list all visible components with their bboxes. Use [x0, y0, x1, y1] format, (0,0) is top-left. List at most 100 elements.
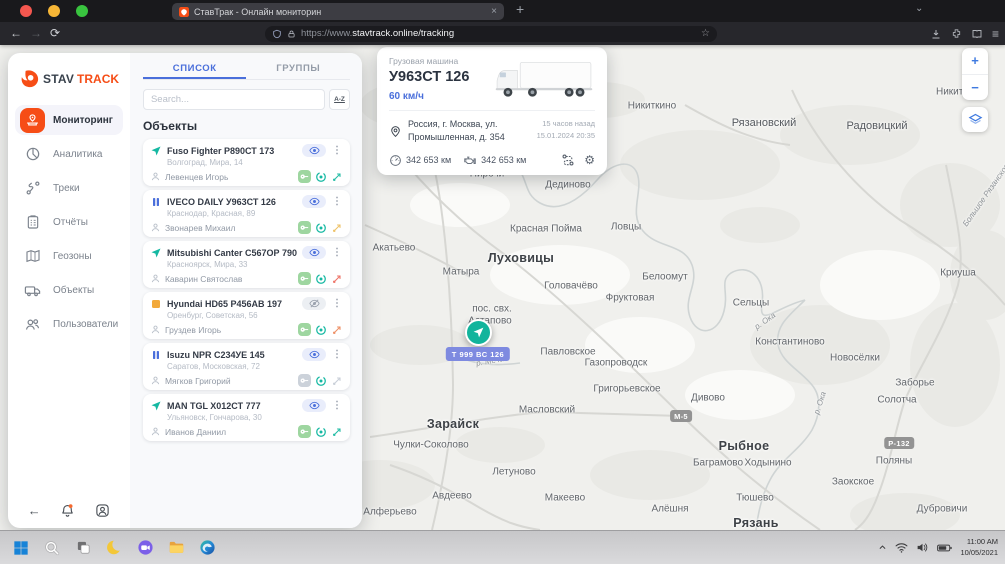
key-icon[interactable]	[298, 323, 311, 336]
sidebar-item-tracks[interactable]: Треки	[15, 173, 123, 203]
connection-icon[interactable]	[331, 273, 343, 285]
zoom-out-button[interactable]: −	[962, 75, 988, 101]
driver-name: Каварин Святослав	[165, 274, 294, 284]
connection-icon[interactable]	[331, 426, 343, 438]
tray-wifi[interactable]	[895, 542, 908, 553]
odometer-value: 342 653 км	[406, 155, 451, 165]
visibility-eye-off-icon[interactable]	[302, 297, 326, 310]
map-place-label: Тюшево	[736, 493, 774, 504]
lock-icon[interactable]	[287, 29, 296, 39]
account-icon[interactable]	[95, 503, 110, 518]
ignition-icon[interactable]	[315, 426, 327, 438]
more-options-icon[interactable]: ⋮	[331, 196, 343, 207]
notifications-bell-icon[interactable]	[60, 503, 75, 518]
vehicle-card[interactable]: Hyundai HD65 Р456АВ 197 ⋮ Оренбург, Сове…	[143, 292, 350, 339]
bookmark-star-icon[interactable]: ☆	[701, 28, 710, 39]
taskbar-app-windows[interactable]	[9, 536, 33, 560]
map-place-label: Авдеево	[432, 491, 472, 502]
forward-button[interactable]: →	[30, 26, 42, 40]
connection-icon[interactable]	[331, 171, 343, 183]
vehicle-speed: 60 км/ч	[389, 91, 493, 102]
more-options-icon[interactable]: ⋮	[331, 400, 343, 411]
shield-icon[interactable]	[272, 29, 282, 39]
key-icon[interactable]	[298, 170, 311, 183]
taskbar-app-camera[interactable]	[133, 536, 157, 560]
ignition-icon[interactable]	[315, 171, 327, 183]
tray-volume[interactable]	[916, 542, 929, 553]
more-options-icon[interactable]: ⋮	[331, 298, 343, 309]
map-place-label: Дединово	[545, 180, 590, 191]
visibility-eye-icon[interactable]	[302, 144, 326, 157]
visibility-eye-icon[interactable]	[302, 399, 326, 412]
connection-icon[interactable]	[331, 222, 343, 234]
vehicle-address: Волгоград, Мира, 14	[167, 158, 343, 167]
search-input[interactable]	[143, 89, 325, 110]
vehicle-card[interactable]: IVECO DAILY У963СТ 126 ⋮ Краснодар, Крас…	[143, 190, 350, 237]
gear-icon[interactable]: ⚙	[584, 153, 595, 167]
map-place-label: Масловский	[519, 405, 575, 416]
key-icon[interactable]	[298, 425, 311, 438]
vehicle-card[interactable]: MAN TGL Х012СТ 777 ⋮ Ульяновск, Гончаров…	[143, 394, 350, 441]
key-icon[interactable]	[298, 374, 311, 387]
window-minimize-button[interactable]	[48, 5, 60, 17]
taskbar-app-edge[interactable]	[195, 536, 219, 560]
window-close-button[interactable]	[20, 5, 32, 17]
reload-button[interactable]: ⟳	[50, 26, 60, 40]
driver-icon	[150, 222, 161, 233]
back-button[interactable]: ←	[10, 26, 22, 40]
zoom-in-button[interactable]: +	[962, 48, 988, 75]
ignition-icon[interactable]	[315, 222, 327, 234]
vehicle-marker-plate[interactable]: Т 999 ВС 126	[446, 347, 510, 361]
logo-text-stav: STAV	[43, 72, 74, 86]
ignition-icon[interactable]	[315, 324, 327, 336]
sidebar-item-analytics[interactable]: Аналитика	[15, 139, 123, 169]
connection-icon[interactable]	[331, 324, 343, 336]
vehicle-card[interactable]: Isuzu NPR С234УЕ 145 ⋮ Саратов, Московск…	[143, 343, 350, 390]
sidebar-item-reports[interactable]: Отчёты	[15, 207, 123, 237]
more-options-icon[interactable]: ⋮	[331, 145, 343, 156]
ignition-icon[interactable]	[315, 273, 327, 285]
taskbar-app-folder[interactable]	[164, 536, 188, 560]
visibility-eye-icon[interactable]	[302, 246, 326, 259]
sidebar-item-objects[interactable]: Объекты	[15, 275, 123, 305]
sort-az-button[interactable]: A-Z	[329, 89, 350, 110]
reading-list-icon[interactable]	[971, 28, 983, 40]
vehicle-card[interactable]: Mitsubishi Canter С567ОР 790 ⋮ Красноярс…	[143, 241, 350, 288]
extensions-icon[interactable]	[951, 28, 962, 39]
sidebar-item-users[interactable]: Пользователи	[15, 309, 123, 339]
window-maximize-button[interactable]	[76, 5, 88, 17]
more-options-icon[interactable]: ⋮	[331, 349, 343, 360]
tray-battery[interactable]	[937, 543, 952, 553]
connection-icon[interactable]	[331, 375, 343, 387]
downloads-icon[interactable]	[930, 28, 942, 40]
tab-close-icon[interactable]: ×	[491, 6, 497, 17]
tray-chevron-up[interactable]	[878, 543, 887, 552]
map-layers-button[interactable]	[962, 107, 988, 132]
key-icon[interactable]	[298, 221, 311, 234]
key-icon[interactable]	[298, 272, 311, 285]
sidebar-item-geozones[interactable]: Геозоны	[15, 241, 123, 271]
ignition-icon[interactable]	[315, 375, 327, 387]
sidebar-item-label: Отчёты	[53, 217, 88, 228]
panel-tab[interactable]: ГРУППЫ	[246, 59, 350, 79]
vehicle-card[interactable]: Fuso Fighter Р890СТ 173 ⋮ Волгоград, Мир…	[143, 139, 350, 186]
url-bar[interactable]: https://www. stavtrack.online/tracking ☆	[265, 26, 717, 42]
vehicle-marker[interactable]	[465, 319, 492, 346]
menu-icon[interactable]: ≡	[992, 27, 999, 41]
new-tab-button[interactable]: +	[516, 1, 524, 17]
taskbar-app-moon[interactable]	[102, 536, 126, 560]
browser-tab[interactable]: СтавТрак - Онлайн мониторин ×	[172, 3, 504, 20]
visibility-eye-icon[interactable]	[302, 348, 326, 361]
taskbar-clock[interactable]: 11:00 AM 10/05/2021	[960, 537, 998, 559]
taskbar-app-task-view[interactable]	[71, 536, 95, 560]
route-share-icon[interactable]	[561, 153, 575, 167]
taskbar-app-search[interactable]	[40, 536, 64, 560]
more-options-icon[interactable]: ⋮	[331, 247, 343, 258]
visibility-eye-icon[interactable]	[302, 195, 326, 208]
collapse-sidebar-icon[interactable]: ←	[28, 503, 41, 518]
taskbar: 11:00 AM 10/05/2021	[0, 530, 1005, 564]
sidebar-item-monitoring[interactable]: Мониторинг	[15, 105, 123, 135]
tab-list-chevron-icon[interactable]: ⌄	[915, 3, 923, 14]
map-place-label: Акатьево	[373, 243, 416, 254]
panel-tab[interactable]: СПИСОК	[143, 59, 247, 79]
